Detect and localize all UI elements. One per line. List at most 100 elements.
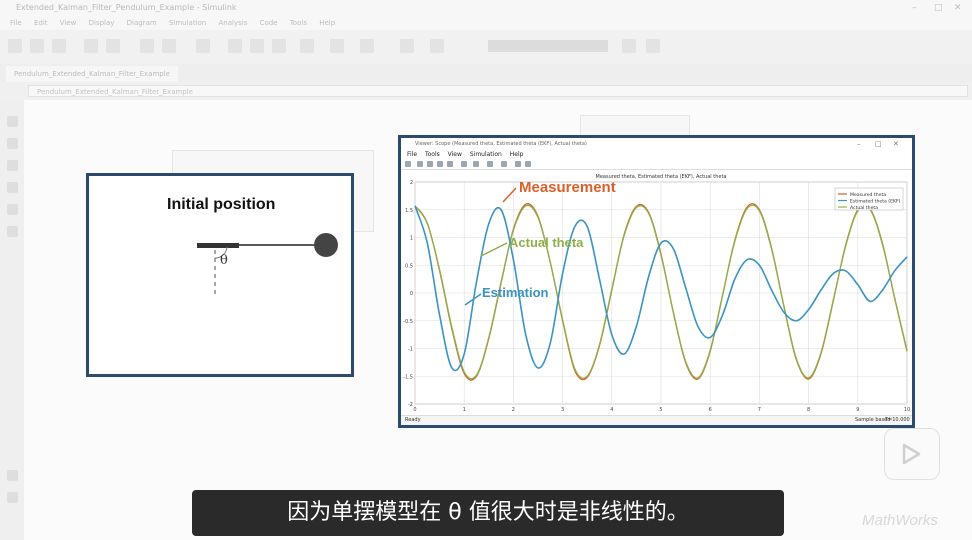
y-tick-label: 1.5 [405, 208, 413, 214]
estimation-annotation: Estimation [482, 285, 549, 300]
scope-menu-tools[interactable]: Tools [425, 151, 440, 158]
menu-file[interactable]: File [10, 16, 22, 30]
x-tick-label: 8 [807, 407, 810, 413]
autoscale-icon[interactable] [487, 161, 493, 167]
legend-entry: Actual theta [850, 205, 878, 211]
hide-browser-icon[interactable] [7, 116, 18, 127]
theta-label: θ [220, 253, 228, 268]
y-tick-label: 0.5 [405, 263, 413, 269]
fit-view-icon[interactable] [7, 160, 18, 171]
scope-menu-file[interactable]: File [407, 151, 417, 158]
scope-menu-help[interactable]: Help [510, 151, 524, 158]
y-tick-label: -2 [408, 402, 413, 408]
debug-icon[interactable] [360, 39, 374, 53]
zoom-in-icon[interactable] [473, 161, 479, 167]
settings-icon[interactable] [405, 161, 411, 167]
new-model-icon[interactable] [8, 39, 22, 53]
legend-entry: Estimated theta (EKF) [850, 198, 901, 204]
stop-icon[interactable] [447, 161, 453, 167]
x-tick-label: 3 [561, 407, 564, 413]
x-tick-label: 7 [758, 407, 761, 413]
highlight-icon[interactable] [461, 161, 467, 167]
toolbar [0, 30, 972, 65]
scope-menu-simulation[interactable]: Simulation [470, 151, 502, 158]
y-tick-label: 1 [410, 236, 413, 242]
window-titlebar: Extended_Kalman_Filter_Pendulum_Example … [0, 0, 972, 16]
menu-display[interactable]: Display [89, 16, 115, 30]
undo-icon[interactable] [84, 39, 98, 53]
window-title: Extended_Kalman_Filter_Pendulum_Example … [16, 3, 237, 12]
y-tick-label: -1.5 [403, 374, 413, 380]
legend-entry: Measured theta [850, 192, 886, 198]
mode-icon[interactable] [622, 39, 636, 53]
play-button[interactable] [884, 428, 940, 480]
pendulum-diagram: θ [197, 233, 338, 294]
scope-menu-bar: File Tools View Simulation Help [401, 150, 912, 159]
build-icon[interactable] [400, 39, 414, 53]
fast-restart-icon[interactable] [646, 39, 660, 53]
stop-time-field[interactable] [488, 40, 608, 52]
step-back-icon[interactable] [417, 161, 423, 167]
scope-maximize-icon[interactable]: □ [875, 138, 882, 150]
menu-view[interactable]: View [60, 16, 77, 30]
x-tick-label: 5 [659, 407, 662, 413]
palette-bottom-icon[interactable] [7, 470, 18, 481]
palette-bottom-icon-2[interactable] [7, 492, 18, 503]
explorer-icon[interactable] [162, 39, 176, 53]
close-icon[interactable]: ✕ [954, 0, 962, 16]
maximize-icon[interactable]: □ [934, 0, 943, 16]
scope-plot[interactable]: Measured theta, Estimated theta (EKF), A… [401, 172, 912, 424]
initial-position-panel: Initial position θ [86, 173, 354, 377]
run-icon[interactable] [427, 161, 433, 167]
model-tab[interactable]: Pendulum_Extended_Kalman_Filter_Example [6, 66, 178, 82]
scope-titlebar: Viewer: Scope (Measured theta, Estimated… [401, 138, 912, 150]
menu-diagram[interactable]: Diagram [127, 16, 157, 30]
menu-tools[interactable]: Tools [290, 16, 307, 30]
left-palette [0, 100, 24, 540]
menu-help[interactable]: Help [319, 16, 335, 30]
menu-edit[interactable]: Edit [34, 16, 48, 30]
triggers-icon[interactable] [525, 161, 531, 167]
area-icon[interactable] [7, 226, 18, 237]
image-icon[interactable] [7, 204, 18, 215]
scope-minimize-icon[interactable]: – [857, 138, 861, 150]
model-tab-bar: Pendulum_Extended_Kalman_Filter_Example [0, 64, 972, 82]
open-icon[interactable] [30, 39, 44, 53]
x-tick-label: 1 [463, 407, 466, 413]
y-tick-label: -0.5 [403, 319, 413, 325]
record-icon[interactable] [300, 39, 314, 53]
menu-bar: File Edit View Display Diagram Simulatio… [0, 16, 972, 30]
edit-icon[interactable] [515, 161, 521, 167]
actual-theta-annotation: Actual theta [509, 235, 584, 250]
redo-icon[interactable] [106, 39, 120, 53]
step-forward-icon[interactable] [437, 161, 443, 167]
menu-simulation[interactable]: Simulation [169, 16, 206, 30]
library-icon[interactable] [140, 39, 154, 53]
config-icon[interactable] [196, 39, 210, 53]
x-tick-label: 2 [512, 407, 515, 413]
scope-viewer-window: Viewer: Scope (Measured theta, Estimated… [398, 135, 915, 428]
address-bar: Pendulum_Extended_Kalman_Filter_Example [0, 82, 972, 100]
zoom-icon[interactable] [7, 138, 18, 149]
menu-analysis[interactable]: Analysis [218, 16, 247, 30]
play-icon [902, 443, 921, 465]
model-path-field[interactable]: Pendulum_Extended_Kalman_Filter_Example [28, 85, 968, 97]
x-tick-label: 6 [709, 407, 712, 413]
cursor-measure-icon[interactable] [501, 161, 507, 167]
x-tick-label: 4 [610, 407, 613, 413]
menu-code[interactable]: Code [260, 16, 278, 30]
deploy-icon[interactable] [430, 39, 444, 53]
save-icon[interactable] [52, 39, 66, 53]
run-icon[interactable] [228, 39, 242, 53]
scope-close-icon[interactable]: ✕ [893, 138, 899, 150]
inspector-icon[interactable] [330, 39, 344, 53]
pendulum-bob [314, 233, 338, 257]
stop-icon[interactable] [272, 39, 286, 53]
step-forward-icon[interactable] [250, 39, 264, 53]
scope-status-bar: Ready Sample based T=10.000 [401, 415, 912, 425]
y-tick-label: 2 [410, 180, 413, 186]
annotation-icon[interactable] [7, 182, 18, 193]
scope-menu-view[interactable]: View [448, 151, 462, 158]
minimize-icon[interactable]: – [912, 0, 917, 16]
y-tick-label: 0 [410, 291, 413, 297]
